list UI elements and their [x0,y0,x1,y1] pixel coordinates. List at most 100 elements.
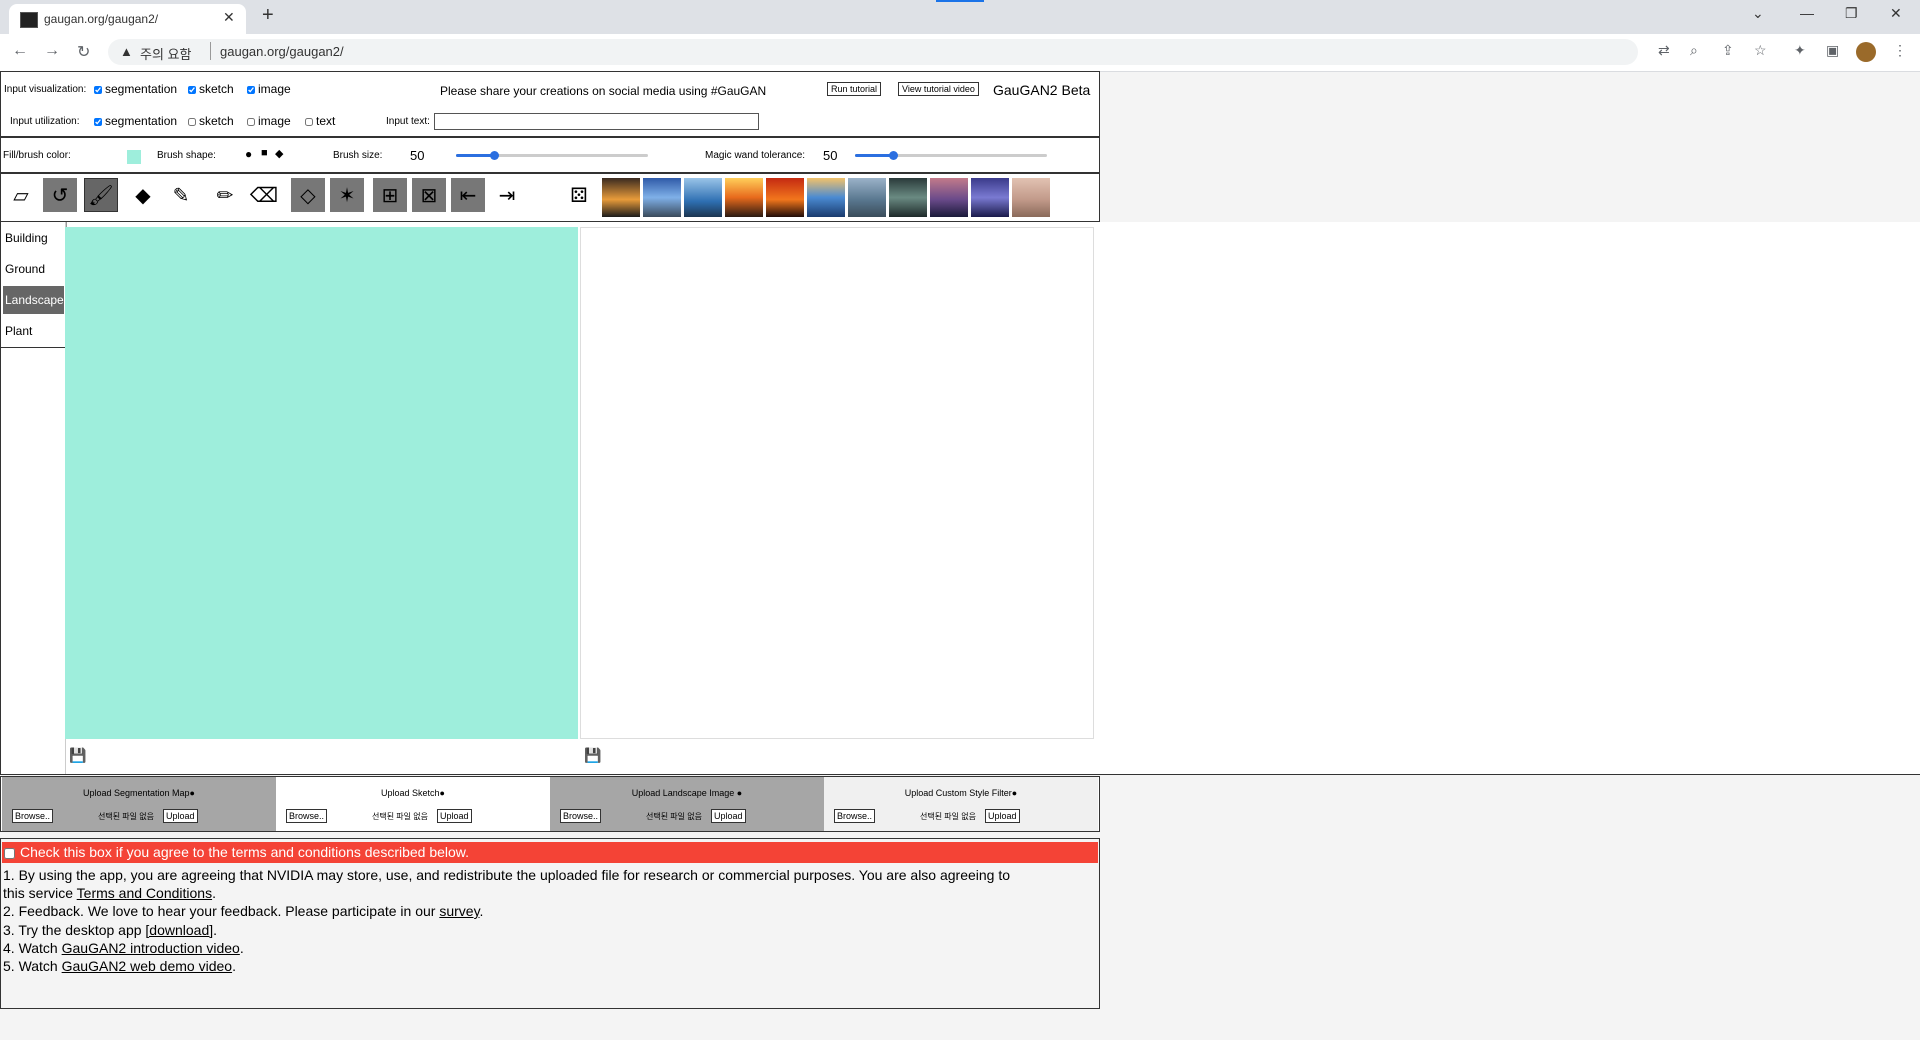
run-tutorial-button[interactable]: Run tutorial [827,82,882,96]
style-thumbnail[interactable] [766,178,804,217]
save-segmentation-icon[interactable]: 💾 [69,747,86,764]
viz-segmentation-checkbox[interactable]: segmentation [94,82,177,96]
upload-button[interactable]: Upload [985,809,1020,823]
close-window-icon[interactable]: ✕ [1890,5,1902,22]
eraser-icon[interactable]: ⌫ [247,178,281,212]
browse-button[interactable]: Browse.. [12,809,54,823]
sketch-eraser-icon[interactable]: ◇ [291,178,325,212]
viz-image-checkbox[interactable]: image [247,82,291,96]
input-visualization-label: Input visualization: [4,84,87,95]
survey-link[interactable]: survey [439,903,479,919]
brush-size-slider-knob[interactable] [490,151,499,160]
new-tab-icon[interactable]: + [262,4,274,27]
style-thumbnail[interactable] [807,178,845,217]
category-ground[interactable]: Ground [3,255,64,283]
upload-button[interactable]: Upload [163,809,198,823]
style-thumbnail[interactable] [889,178,927,217]
extensions-icon[interactable]: ✦ [1794,42,1806,59]
util-sketch-checkbox[interactable]: sketch [188,114,234,128]
profile-avatar[interactable] [1856,42,1876,62]
upload-button[interactable]: Upload [437,809,472,823]
back-icon[interactable]: ← [12,42,28,60]
tab-title: gaugan.org/gaugan2/ [44,12,159,26]
no-file-text: 선택된 파일 없음 [98,812,154,821]
viz-sketch-checkbox[interactable]: sketch [188,82,234,96]
browse-button[interactable]: Browse.. [286,809,328,823]
undo-icon[interactable]: ↺ [43,178,77,212]
fill-color-label: Fill/brush color: [3,150,71,161]
share-text: Please share your creations on social me… [440,84,767,98]
category-landscape[interactable]: Landscape [3,286,64,314]
fill-color-swatch[interactable] [127,150,141,164]
browse-button[interactable]: Browse.. [560,809,602,823]
brush-tool-icon[interactable]: 🖌 [84,178,118,212]
style-thumbnail[interactable] [1012,178,1050,217]
category-building[interactable]: Building [3,224,64,252]
translate-icon[interactable]: ⇄ [1658,42,1670,59]
zoom-icon[interactable]: ⌕ [1690,42,1698,59]
browser-tab[interactable]: gaugan.org/gaugan2/ ✕ [9,4,246,34]
browse-button[interactable]: Browse.. [834,809,876,823]
brush-size-slider-fill [456,154,494,157]
eyedropper-icon[interactable]: ✎ [164,178,198,212]
save-output-icon[interactable]: 💾 [584,747,601,764]
brush-shape-square-icon[interactable]: ■ [261,147,268,159]
omnibox[interactable]: ▲ 주의 요함 gaugan.org/gaugan2/ [108,39,1638,65]
style-thumbnail[interactable] [725,178,763,217]
forward-icon[interactable]: → [44,42,60,60]
share-icon[interactable]: ⇪ [1722,42,1734,59]
view-tutorial-video-button[interactable]: View tutorial video [898,82,979,96]
random-style-dice-icon[interactable]: ⚄ [562,178,596,212]
upload-landscape-box: Upload Landscape Image ● Browse.. 선택된 파일… [550,777,824,831]
grid-icon[interactable]: ⊞ [373,178,407,212]
introduction-video-link[interactable]: GauGAN2 introduction video [62,940,240,956]
upload-panel: Upload Segmentation Map● Browse.. 선택된 파일… [0,776,1100,832]
web-demo-video-link[interactable]: GauGAN2 web demo video [62,958,232,974]
image-edit-icon[interactable]: ⊠ [412,178,446,212]
util-text-checkbox[interactable]: text [305,114,335,128]
upload-landscape-title: Upload Landscape Image ● [631,788,743,798]
settings-panel: Input visualization: segmentation sketch… [0,71,1100,137]
category-list: Building Ground Landscape Plant [1,222,67,348]
fill-bucket-icon[interactable]: ◆ [126,178,160,212]
warning-icon: ▲ [120,44,133,59]
export-arrow-icon[interactable]: ⇥ [490,178,524,212]
input-text-label: Input text: [386,116,430,127]
brush-shape-diamond-icon[interactable]: ◆ [275,147,283,160]
brush-size-label: Brush size: [333,150,383,161]
restore-icon[interactable]: ❐ [1845,5,1858,22]
pencil-icon[interactable]: ✏ [208,178,242,212]
agree-terms-checkbox[interactable] [4,847,15,859]
terms-and-conditions-link[interactable]: Terms and Conditions [77,885,212,901]
upload-segmentation-box: Upload Segmentation Map● Browse.. 선택된 파일… [2,777,276,831]
category-plant[interactable]: Plant [3,317,64,345]
util-segmentation-checkbox[interactable]: segmentation [94,114,177,128]
util-image-checkbox[interactable]: image [247,114,291,128]
upload-button[interactable]: Upload [711,809,746,823]
brush-shape-circle-icon[interactable]: ● [245,147,252,161]
magic-wand-icon[interactable]: ✶ [330,178,364,212]
menu-icon[interactable]: ⋮ [1893,42,1907,59]
magic-wand-slider-knob[interactable] [889,151,898,160]
style-thumbnail[interactable] [643,178,681,217]
close-tab-icon[interactable]: ✕ [223,9,235,26]
tab-search-icon[interactable]: ⌄ [1752,5,1764,22]
style-thumbnail[interactable] [684,178,722,217]
style-thumbnail[interactable] [930,178,968,217]
new-canvas-icon[interactable]: ▱ [4,178,38,212]
input-text-field[interactable] [434,113,759,130]
reload-icon[interactable]: ↻ [77,42,90,62]
agree-terms-label: Check this box if you agree to the terms… [20,844,470,860]
no-file-text: 선택된 파일 없음 [646,812,702,821]
style-thumbnail[interactable] [602,178,640,217]
import-arrow-icon[interactable]: ⇤ [451,178,485,212]
minimize-icon[interactable]: — [1800,5,1814,21]
url-text[interactable]: gaugan.org/gaugan2/ [220,44,344,59]
style-thumbnail[interactable] [848,178,886,217]
terms-line-4: 4. Watch GauGAN2 introduction video. [3,940,244,956]
download-link[interactable]: [download] [145,922,213,938]
side-panel-icon[interactable]: ▣ [1826,42,1839,59]
bookmark-star-icon[interactable]: ☆ [1754,42,1767,59]
style-thumbnail[interactable] [971,178,1009,217]
segmentation-canvas[interactable] [65,227,578,739]
